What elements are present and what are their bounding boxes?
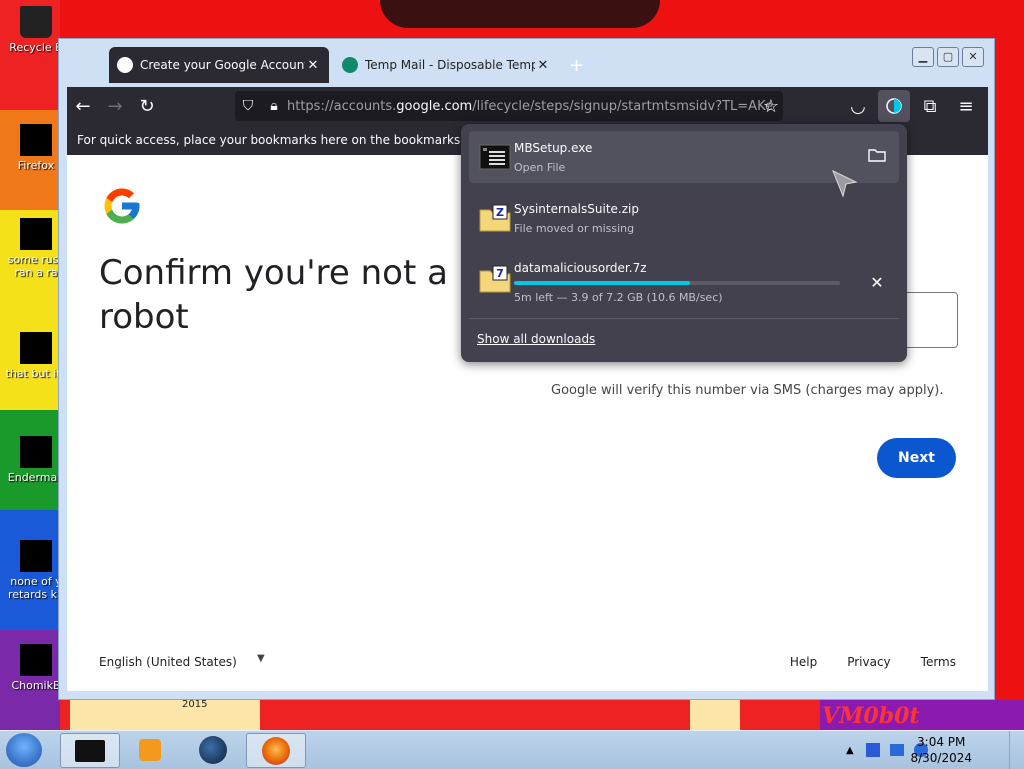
pocket-icon[interactable]: ◡ [842, 90, 874, 122]
download-progress-fill [514, 281, 691, 285]
start-button[interactable] [6, 733, 42, 767]
cancel-download-icon[interactable]: ✕ [867, 273, 887, 293]
app-icon [20, 644, 52, 676]
7z-file-icon: 7 [479, 265, 511, 293]
show-all-downloads-button[interactable]: Show all downloads [477, 332, 595, 346]
temp-mail-favicon-icon [342, 57, 358, 73]
zip-file-icon: Z [479, 204, 511, 232]
minimize-button[interactable]: ▁ [912, 47, 934, 67]
clock[interactable]: 3:04 PM 8/30/2024 [910, 734, 972, 766]
sms-note: Google will verify this number via SMS (… [551, 383, 944, 398]
download-filename: SysinternalsSuite.zip [514, 202, 639, 216]
recycle-bin-icon [20, 6, 52, 38]
download-status: 5m left — 3.9 of 7.2 GB (10.6 MB/sec) [514, 291, 723, 304]
wallpaper-figure-2 [690, 700, 740, 730]
window-icon [75, 739, 105, 762]
url-path: /lifecycle/steps/signup/startmtsmsidv?TL… [472, 98, 773, 114]
back-button[interactable]: ← [67, 90, 99, 122]
svg-text:7: 7 [496, 267, 504, 280]
wallpaper-year: 2015 [182, 699, 208, 710]
media-player-icon [139, 738, 161, 761]
file-icon [20, 218, 52, 250]
download-filename: datamaliciousorder.7z [514, 261, 647, 275]
navigation-toolbar: ← → ↻ ⛉ 🔒︎ https://accounts. google.com/l… [67, 87, 988, 125]
download-item[interactable]: Z SysinternalsSuite.zip File moved or mi… [469, 192, 899, 244]
tab-bar: Create your Google Account ✕ Temp Mail -… [59, 39, 994, 87]
tab-close-icon[interactable]: ✕ [535, 58, 551, 73]
forward-button[interactable]: → [99, 90, 131, 122]
toolbar-right: ◡ ⧉ ≡ [842, 90, 982, 122]
file-icon [20, 540, 52, 572]
downloads-button[interactable] [878, 90, 910, 122]
show-hidden-icons[interactable]: ▲ [846, 745, 854, 756]
lock-icon[interactable]: 🔒︎ [261, 98, 287, 114]
tab-label: Temp Mail - Disposable Tempo [365, 58, 535, 72]
file-icon [20, 332, 52, 364]
app-icon [20, 436, 52, 468]
mouse-cursor-icon [832, 170, 858, 198]
taskbar-item-media-player[interactable] [121, 733, 179, 766]
taskbar: ▲ 3:04 PM 8/30/2024 [0, 730, 1024, 769]
download-progress-bar [514, 281, 840, 285]
downloads-progress-icon [886, 98, 902, 114]
wallpaper-shape [380, 0, 660, 28]
download-item[interactable]: 7 datamaliciousorder.7z 5m left — 3.9 of… [469, 253, 899, 305]
taskbar-item-globe[interactable] [184, 733, 242, 766]
exe-file-icon [479, 144, 511, 170]
tray-app-icon[interactable] [865, 743, 880, 757]
language-select[interactable]: English (United States) [99, 655, 237, 669]
folder-icon[interactable] [867, 147, 887, 167]
close-window-button[interactable]: ✕ [962, 47, 984, 67]
footer-links: Help Privacy Terms [790, 655, 956, 669]
clock-date: 8/30/2024 [910, 751, 972, 765]
shield-icon[interactable]: ⛉ [235, 98, 261, 114]
downloads-panel: MBSetup.exe Open File Z SysinternalsSuit… [461, 124, 907, 362]
extensions-icon[interactable]: ⧉ [914, 90, 946, 122]
taskbar-item-explorer[interactable] [60, 733, 120, 768]
bookmark-star-icon[interactable]: ☆ [755, 90, 787, 122]
firefox-icon [262, 736, 290, 765]
privacy-link[interactable]: Privacy [847, 655, 890, 669]
clock-time: 3:04 PM [917, 735, 966, 749]
tab-temp-mail[interactable]: Temp Mail - Disposable Tempo ✕ [334, 47, 559, 83]
svg-text:Z: Z [496, 206, 504, 219]
download-status: File moved or missing [514, 222, 635, 235]
caret-down-icon[interactable]: ▼ [257, 653, 265, 664]
reload-button[interactable]: ↻ [131, 90, 163, 122]
next-button[interactable]: Next [877, 438, 956, 478]
maximize-button[interactable]: ▢ [937, 47, 959, 67]
page-title: Confirm you're not a robot [99, 253, 448, 337]
tab-label: Create your Google Account [140, 58, 305, 72]
bookmarks-hint: For quick access, place your bookmarks h… [77, 133, 510, 147]
wallpaper-figure [70, 700, 260, 730]
url-bar[interactable]: ⛉ 🔒︎ https://accounts. google.com/lifecyc… [235, 91, 783, 121]
show-desktop-button[interactable] [1009, 731, 1024, 769]
help-link[interactable]: Help [790, 655, 817, 669]
tab-google-account[interactable]: Create your Google Account ✕ [109, 47, 329, 83]
menu-icon[interactable]: ≡ [950, 90, 982, 122]
tab-close-icon[interactable]: ✕ [305, 58, 321, 73]
new-tab-icon[interactable]: + [569, 55, 584, 76]
window-controls: ▁ ▢ ✕ [912, 47, 984, 67]
url-host: google.com [396, 98, 473, 114]
google-favicon-icon [117, 57, 133, 73]
wallpaper-watermark: VM0b0t [822, 703, 920, 729]
network-icon[interactable] [889, 744, 904, 756]
taskbar-item-firefox[interactable] [246, 733, 306, 768]
google-logo-icon [104, 188, 140, 224]
divider [469, 318, 899, 319]
firefox-icon [20, 124, 52, 156]
terms-link[interactable]: Terms [921, 655, 956, 669]
globe-icon [199, 735, 227, 764]
download-filename: MBSetup.exe [514, 141, 593, 155]
download-status: Open File [514, 161, 566, 174]
url-prefix: https://accounts. [287, 98, 397, 114]
